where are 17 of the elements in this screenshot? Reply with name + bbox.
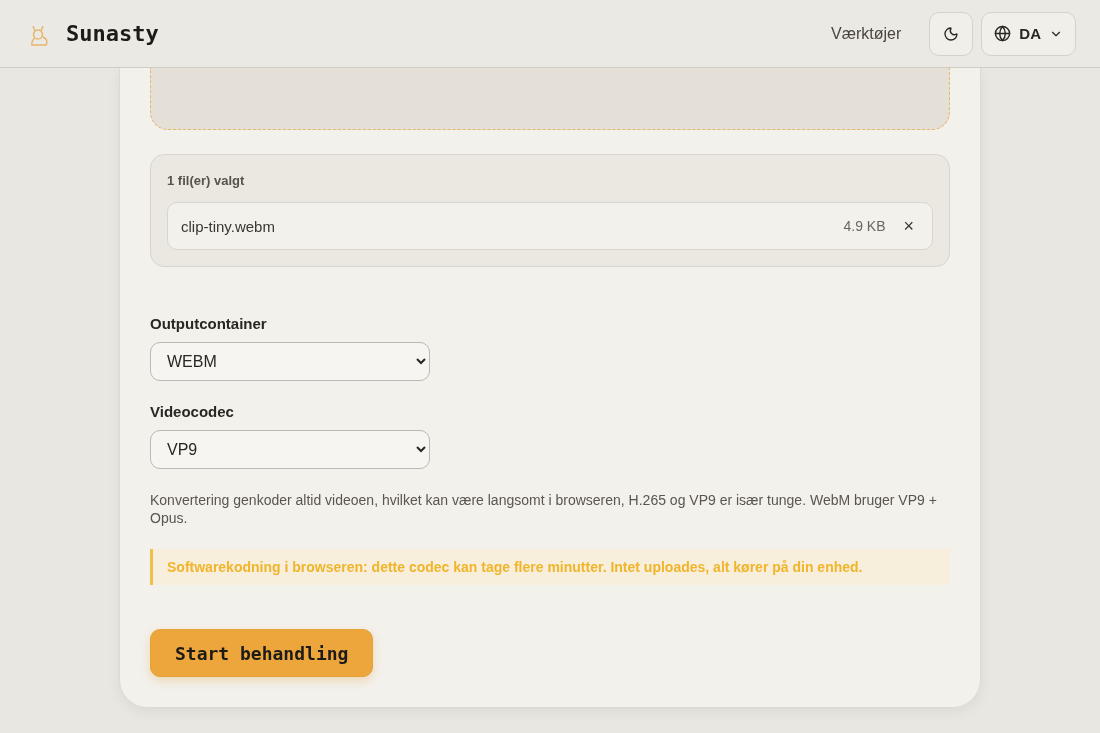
select-field[interactable]: WEBM (150, 342, 430, 381)
start-button[interactable]: Start behandling (150, 629, 374, 677)
remove-button[interactable]: × (901, 215, 916, 237)
moon-icon (943, 25, 960, 42)
theme-toggle-button[interactable] (929, 11, 974, 56)
globe-icon (994, 25, 1012, 42)
field-label: Videocodec (150, 403, 235, 420)
file-name: clip-tiny.webm (181, 217, 276, 235)
language-button[interactable]: DA (981, 11, 1076, 56)
select-field[interactable]: VP9 (150, 430, 430, 469)
file-size: 4.9 KB (843, 218, 886, 234)
tools-link[interactable]: Værktøjer (831, 24, 902, 43)
brand-name[interactable]: Sunasty (66, 21, 159, 46)
field-label: Outputcontainer (150, 315, 268, 332)
file-count: 1 fil(er) valgt (167, 173, 246, 188)
warning-banner: Softwarekodning i browseren: dette codec kan tage flere minutter. Intet uploades, alt kører på din enhed. (150, 549, 950, 585)
info-text: Konvertering genkoder altid videoen, hvilket kan være langsomt i browseren, H.265 og VP9 er især tunge. WebM bruger VP9 + Opus. (150, 491, 938, 527)
